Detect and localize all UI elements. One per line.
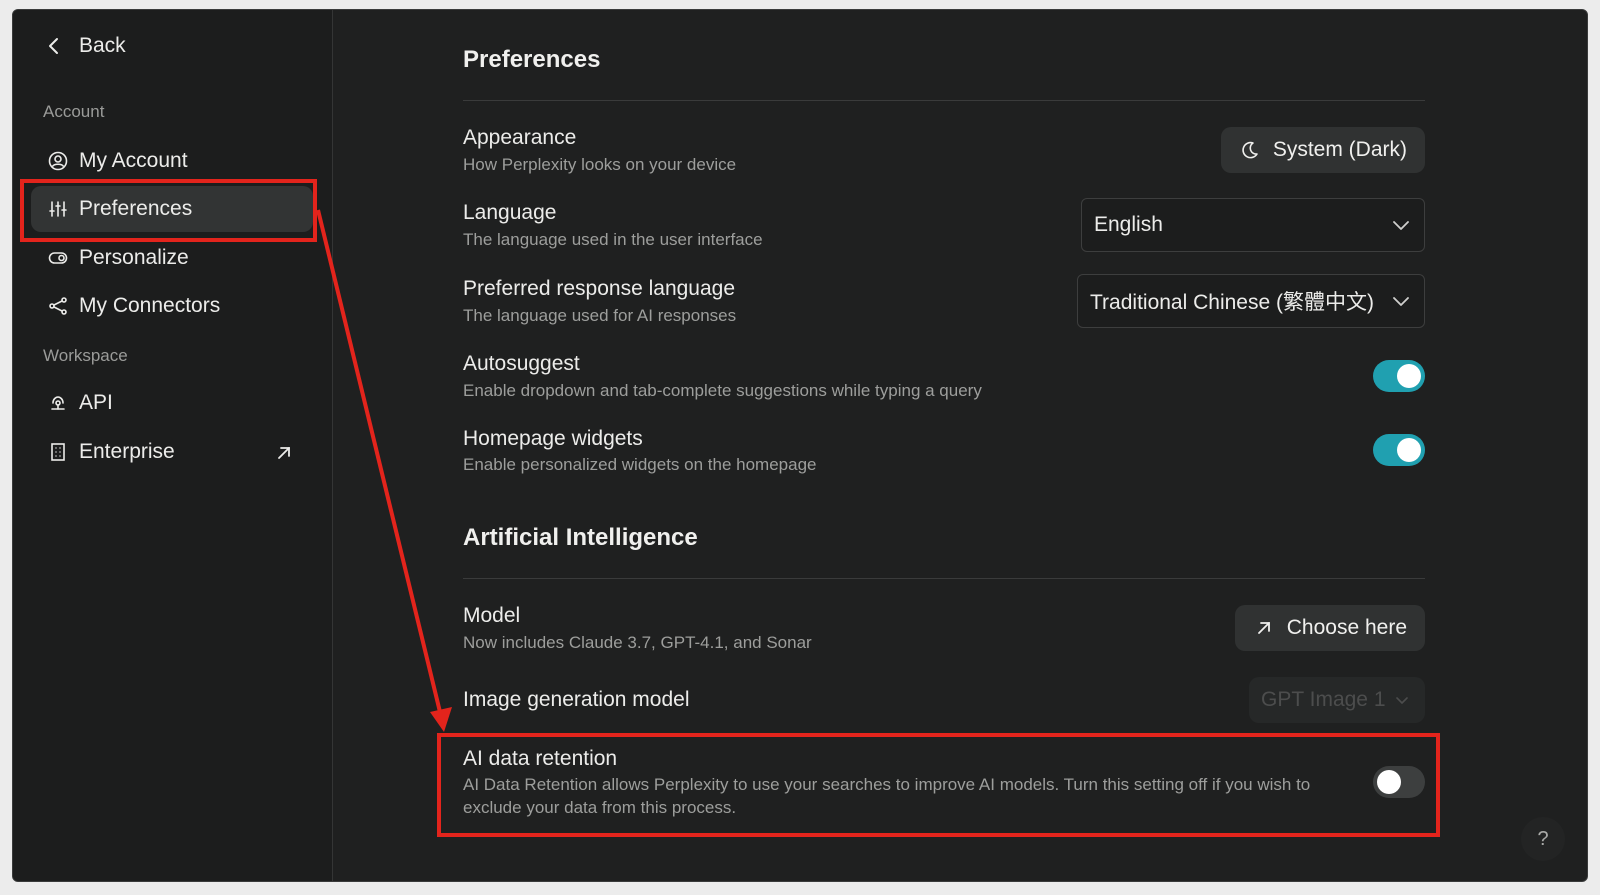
model-desc: Now includes Claude 3.7, GPT-4.1, and So…: [463, 633, 812, 652]
external-link-icon: [273, 442, 295, 464]
sidebar-item-label: My Connectors: [79, 294, 221, 317]
toggle-knob: [1397, 364, 1421, 388]
sidebar-item-label: My Account: [79, 149, 188, 172]
widgets-title: Homepage widgets: [463, 427, 643, 450]
sidebar-item-api[interactable]: API: [31, 380, 313, 426]
response-language-select[interactable]: Traditional Chinese (繁體中文): [1077, 274, 1425, 328]
image-model-value: GPT Image 1: [1261, 688, 1386, 711]
divider: [463, 100, 1425, 101]
appearance-value: System (Dark): [1272, 138, 1407, 161]
preferences-heading: Preferences: [463, 46, 601, 73]
toggle-icon: [47, 247, 69, 269]
sidebar: Back Account My Account Preferences Pers…: [13, 10, 333, 881]
autosuggest-title: Autosuggest: [463, 352, 580, 375]
share-nodes-icon: [47, 295, 69, 317]
widgets-desc: Enable personalized widgets on the homep…: [463, 455, 817, 474]
appearance-button[interactable]: System (Dark): [1220, 127, 1425, 173]
toggle-knob: [1397, 438, 1421, 462]
moon-icon: [1239, 139, 1261, 161]
language-desc: The language used in the user interface: [463, 230, 763, 249]
sidebar-item-enterprise[interactable]: Enterprise: [31, 429, 313, 475]
chevron-down-icon: [1390, 214, 1412, 236]
arrow-up-right-icon: [1253, 617, 1275, 639]
autosuggest-toggle[interactable]: [1373, 360, 1425, 392]
api-icon: [47, 392, 69, 414]
choose-model-button[interactable]: Choose here: [1234, 605, 1425, 651]
sidebar-item-my-account[interactable]: My Account: [31, 138, 313, 184]
response-language-value: Traditional Chinese (繁體中文): [1090, 291, 1374, 314]
sidebar-item-label: API: [79, 391, 113, 414]
image-model-select[interactable]: GPT Image 1: [1249, 677, 1425, 723]
language-value: English: [1094, 213, 1163, 236]
appearance-title: Appearance: [463, 126, 577, 149]
sidebar-item-my-connectors[interactable]: My Connectors: [31, 283, 313, 329]
response-language-desc: The language used for AI responses: [463, 306, 737, 325]
workspace-section-label: Workspace: [43, 346, 128, 365]
help-button[interactable]: ?: [1521, 817, 1565, 861]
user-circle-icon: [47, 150, 69, 172]
widgets-toggle[interactable]: [1373, 434, 1425, 466]
back-button[interactable]: Back: [43, 34, 126, 58]
appearance-desc: How Perplexity looks on your device: [463, 155, 737, 174]
chevron-down-icon: [1391, 689, 1413, 711]
language-title: Language: [463, 201, 557, 224]
ai-heading: Artificial Intelligence: [463, 524, 698, 551]
image-model-title: Image generation model: [463, 688, 690, 711]
autosuggest-desc: Enable dropdown and tab-complete suggest…: [463, 381, 982, 400]
sidebar-item-label: Enterprise: [79, 440, 175, 463]
back-label: Back: [79, 34, 126, 57]
building-icon: [47, 441, 69, 463]
account-section-label: Account: [43, 102, 105, 121]
response-language-title: Preferred response language: [463, 277, 736, 300]
annotation-box-preferences: [20, 179, 317, 242]
divider: [463, 578, 1425, 579]
choose-model-label: Choose here: [1286, 616, 1407, 639]
chevron-down-icon: [1390, 290, 1412, 312]
sidebar-item-label: Personalize: [79, 246, 189, 269]
annotation-box-retention: [437, 733, 1440, 837]
model-title: Model: [463, 604, 521, 627]
chevron-left-icon: [43, 35, 65, 57]
language-select[interactable]: English: [1081, 198, 1425, 252]
